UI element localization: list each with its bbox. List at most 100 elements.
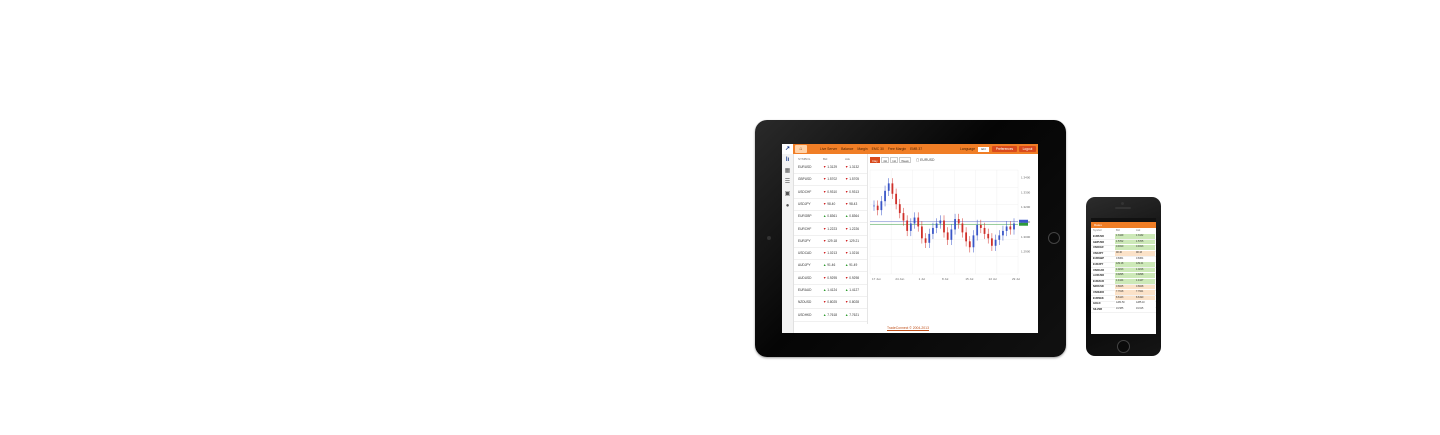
- phone-rate-ask[interactable]: 0.9298: [1135, 273, 1155, 279]
- quote-bid[interactable]: ▼ 0.9295: [823, 276, 837, 280]
- quote-ask[interactable]: ▼ 1.2226: [845, 227, 859, 231]
- language-select[interactable]: EN: [978, 146, 989, 152]
- quote-ask[interactable]: ▼ 98.43: [845, 202, 857, 206]
- quote-bid[interactable]: ▼ 0.9310: [823, 190, 837, 194]
- quote-ask[interactable]: ▼ 1.3132: [845, 165, 859, 169]
- chart-candle[interactable]: [913, 217, 916, 224]
- quote-ask[interactable]: ▼ 0.8028: [845, 300, 859, 304]
- phone-rate-ask[interactable]: 0.9313: [1135, 245, 1155, 251]
- home-icon[interactable]: ⌂: [795, 145, 807, 153]
- phone-rate-bid[interactable]: 0.8025: [1115, 284, 1135, 290]
- footer-copyright-link[interactable]: TradeConnect © 2004-2013: [887, 326, 929, 330]
- chart-candle[interactable]: [909, 223, 912, 231]
- phone-rate-bid[interactable]: 0.9295: [1115, 273, 1135, 279]
- chart-candle[interactable]: [957, 219, 960, 224]
- quote-row[interactable]: NZDUSD ▼ 0.8025 ▼ 0.8028: [794, 296, 867, 310]
- phone-rate-ask[interactable]: 7.7621: [1135, 290, 1155, 295]
- quote-row[interactable]: EURAUD ▲ 1.4124 ▲ 1.4127: [794, 284, 867, 297]
- phone-rate-bid[interactable]: 1.3129: [1115, 234, 1135, 239]
- quote-bid[interactable]: ▼ 98.40: [823, 202, 835, 206]
- chart-candle[interactable]: [876, 205, 879, 211]
- chart-candle[interactable]: [880, 201, 883, 211]
- quote-bid[interactable]: ▲ 91.46: [823, 263, 835, 267]
- quote-bid[interactable]: ▼ 1.5702: [823, 177, 837, 181]
- phone-rate-ask[interactable]: 1.0216: [1135, 267, 1155, 273]
- chart-candle[interactable]: [939, 220, 942, 224]
- tablet-home-button[interactable]: [1048, 232, 1060, 244]
- timeframe-4h[interactable]: 4H: [881, 157, 889, 163]
- trade-logo-icon[interactable]: ↗: [782, 144, 793, 154]
- phone-rate-ask[interactable]: 1.5705: [1135, 239, 1155, 245]
- quote-row[interactable]: USDHKD ▲ 7.7618 ▲ 7.7621: [794, 309, 867, 322]
- chart-candle[interactable]: [1002, 230, 1004, 236]
- quote-row[interactable]: AUDUSD ▼ 0.9295 ▼ 0.9298: [794, 272, 867, 285]
- chart-candle[interactable]: [943, 220, 945, 233]
- quote-ask[interactable]: ▼ 1.5705: [845, 177, 859, 181]
- quote-row[interactable]: USDCHF ▼ 0.9310 ▼ 0.9313: [794, 186, 867, 199]
- chart-candle[interactable]: [946, 232, 949, 240]
- list-icon[interactable]: ☰: [784, 179, 791, 186]
- phone-rate-ask[interactable]: 0.8028: [1135, 284, 1155, 290]
- phone-rate-row[interactable]: SILVER 19.585 19.615: [1091, 307, 1156, 314]
- chart-candle[interactable]: [990, 238, 993, 246]
- quote-row[interactable]: EURCHF ▼ 1.2223 ▼ 1.2226: [794, 223, 867, 236]
- phone-rate-bid[interactable]: 7.7618: [1115, 290, 1135, 295]
- chart-candle[interactable]: [968, 241, 971, 248]
- quote-ask[interactable]: ▼ 129.21: [845, 239, 859, 243]
- chart-candle[interactable]: [917, 217, 920, 227]
- quote-bid[interactable]: ▲ 1.4124: [823, 288, 837, 292]
- price-chart[interactable]: 1.34001.33001.32001.31001.30001.290017 J…: [868, 164, 1038, 312]
- chart-candle[interactable]: [887, 183, 890, 191]
- quote-ask[interactable]: ▲ 7.7621: [845, 313, 859, 317]
- phone-rate-ask[interactable]: 8.6190: [1135, 295, 1155, 301]
- chart-candle[interactable]: [884, 190, 886, 202]
- preferences-button[interactable]: Preferences: [992, 146, 1017, 152]
- quote-row[interactable]: USDJPY ▼ 98.40 ▼ 98.43: [794, 198, 867, 211]
- chart-logo-icon[interactable]: lı: [784, 157, 791, 164]
- briefcase-icon[interactable]: ▣: [784, 191, 791, 198]
- quote-ask[interactable]: ▼ 1.0216: [845, 251, 859, 255]
- quote-row[interactable]: EURGBP ▲ 0.8361 ▲ 0.8364: [794, 210, 867, 224]
- quote-row[interactable]: EURUSD ▼ 1.3129 ▼ 1.3132: [794, 161, 867, 174]
- chart-candle[interactable]: [1013, 223, 1015, 230]
- chart-candle[interactable]: [920, 226, 923, 239]
- phone-rate-ask[interactable]: 1.4127: [1135, 279, 1155, 284]
- chart-candle[interactable]: [891, 183, 894, 194]
- quote-row[interactable]: EURJPY ▼ 129.18 ▼ 129.21: [794, 235, 867, 248]
- phone-home-button[interactable]: [1117, 340, 1130, 353]
- phone-rate-ask[interactable]: 129.21: [1135, 262, 1155, 267]
- phone-rate-ask[interactable]: 19.615: [1135, 307, 1155, 312]
- chart-candle[interactable]: [972, 235, 975, 248]
- phone-rate-bid[interactable]: 19.585: [1115, 307, 1135, 312]
- phone-rate-ask[interactable]: 1285.10: [1135, 301, 1155, 307]
- user-icon[interactable]: ●: [784, 203, 791, 210]
- quote-bid[interactable]: ▲ 0.8361: [823, 214, 837, 218]
- chart-candle[interactable]: [979, 224, 982, 228]
- quote-ask[interactable]: ▲ 0.8364: [845, 214, 859, 218]
- phone-rate-bid[interactable]: 1.4124: [1115, 279, 1135, 284]
- chart-candle[interactable]: [928, 233, 931, 243]
- timeframe-1h[interactable]: 1H: [890, 157, 898, 163]
- quote-ask[interactable]: ▼ 0.9313: [845, 190, 859, 194]
- chart-candle[interactable]: [895, 193, 898, 205]
- phone-rate-bid[interactable]: 1.0213: [1115, 267, 1135, 273]
- quote-bid[interactable]: ▲ 7.7618: [823, 313, 837, 317]
- quote-bid[interactable]: ▼ 1.3129: [823, 165, 837, 169]
- phone-rate-bid[interactable]: 8.6123: [1115, 295, 1135, 301]
- phone-rate-bid[interactable]: 0.9310: [1115, 245, 1135, 251]
- phone-rate-bid[interactable]: 129.18: [1115, 262, 1135, 267]
- phone-rate-ask[interactable]: 1.3132: [1135, 234, 1155, 239]
- timeframe-week[interactable]: Week: [899, 157, 911, 163]
- quote-bid[interactable]: ▼ 129.18: [823, 239, 837, 243]
- timeframe-day[interactable]: Day: [870, 157, 880, 163]
- chart-candle[interactable]: [950, 229, 953, 240]
- chart-candle[interactable]: [906, 220, 909, 231]
- phone-rate-ask[interactable]: 98.43: [1135, 251, 1155, 256]
- quote-ask[interactable]: ▲ 1.4127: [845, 288, 859, 292]
- chart-candle[interactable]: [961, 223, 964, 233]
- phone-rate-ask[interactable]: 0.8364: [1135, 256, 1155, 262]
- chart-candle[interactable]: [932, 227, 934, 234]
- quote-bid[interactable]: ▼ 1.0213: [823, 251, 837, 255]
- chart-candle[interactable]: [898, 204, 901, 214]
- quote-row[interactable]: AUDJPY ▲ 91.46 ▲ 91.49: [794, 259, 867, 273]
